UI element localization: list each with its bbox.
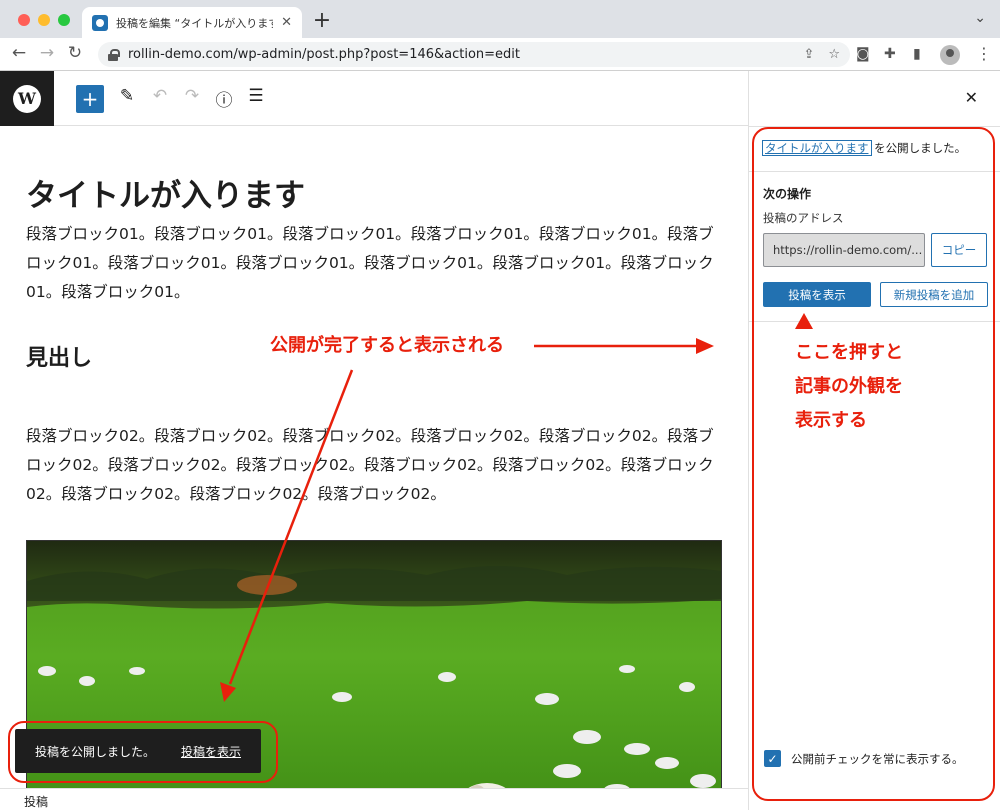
- redo-icon[interactable]: ↷: [180, 86, 204, 106]
- reload-button[interactable]: ↻: [64, 43, 86, 63]
- new-tab-button[interactable]: +: [310, 8, 334, 33]
- url-text[interactable]: rollin-demo.com/wp-admin/post.php?post=1…: [128, 47, 789, 62]
- window-close-button[interactable]: [18, 14, 30, 26]
- copy-button[interactable]: コピー: [931, 233, 987, 267]
- divider: [749, 171, 1000, 172]
- post-address-label: 投稿のアドレス: [763, 211, 844, 225]
- list-view-icon[interactable]: ☰: [244, 86, 268, 106]
- share-icon[interactable]: ⇪: [803, 47, 814, 62]
- profile-avatar[interactable]: [940, 45, 960, 65]
- window-maximize-button[interactable]: [58, 14, 70, 26]
- browser-tab-bar: 投稿を編集 “タイトルが入ります” ‹ rollin-demo ✕ + ⌄: [0, 0, 1000, 38]
- checkbox-label: 公開前チェックを常に表示する。: [791, 752, 964, 766]
- editor-header: W + ✎ ↶ ↷ ⓘ ☰: [0, 71, 748, 126]
- block-inserter-button[interactable]: +: [76, 85, 104, 113]
- tab-search-chevron-icon[interactable]: ⌄: [974, 10, 986, 26]
- paragraph-block[interactable]: 段落ブロック01。段落ブロック01。段落ブロック01。段落ブロック01。段落ブロ…: [26, 220, 714, 307]
- wordpress-logo-button[interactable]: W: [0, 71, 54, 126]
- wordpress-favicon-icon: [92, 14, 108, 31]
- annotation-side-line: ここを押すと: [795, 342, 903, 363]
- published-snackbar: 投稿を公開しました。 投稿を表示: [15, 729, 261, 773]
- annotation-side-text: ここを押すと 記事の外観を 表示する: [795, 336, 903, 438]
- address-bar[interactable]: rollin-demo.com/wp-admin/post.php?post=1…: [98, 42, 850, 67]
- browser-menu-icon[interactable]: ⋮: [976, 44, 992, 63]
- post-title[interactable]: タイトルが入ります: [26, 170, 305, 215]
- paragraph-block[interactable]: 段落ブロック02。段落ブロック02。段落ブロック02。段落ブロック02。段落ブロ…: [26, 422, 714, 509]
- close-panel-icon[interactable]: ✕: [965, 88, 978, 107]
- post-url-field[interactable]: https://rollin-demo.com/...: [763, 233, 925, 267]
- snackbar-message: 投稿を公開しました。: [35, 744, 156, 759]
- heading-block[interactable]: 見出し: [26, 340, 92, 372]
- snackbar-view-post-link[interactable]: 投稿を表示: [181, 743, 241, 760]
- wordpress-logo-icon: W: [13, 84, 41, 113]
- camera-icon[interactable]: ◙: [856, 46, 870, 62]
- tab-title: 投稿を編集 “タイトルが入ります” ‹ rollin-demo: [116, 16, 273, 30]
- annotation-side-line: 表示する: [795, 410, 867, 431]
- back-button[interactable]: ←: [8, 43, 30, 63]
- bookmark-star-icon[interactable]: ☆: [828, 47, 840, 62]
- block-breadcrumb[interactable]: 投稿: [0, 788, 748, 810]
- divider: [749, 126, 1000, 127]
- undo-icon[interactable]: ↶: [148, 86, 172, 106]
- add-new-post-button[interactable]: 新規投稿を追加: [880, 282, 988, 307]
- side-panel-icon[interactable]: ▮: [913, 46, 921, 62]
- view-post-button[interactable]: 投稿を表示: [763, 282, 871, 307]
- lock-icon: [108, 48, 120, 61]
- divider: [749, 321, 1000, 322]
- extensions-puzzle-icon[interactable]: ✚: [884, 46, 896, 62]
- post-publish-panel: ✕ タイトルが入ります を公開しました。 次の操作 投稿のアドレス https:…: [748, 71, 1000, 810]
- browser-toolbar: ← → ↻ rollin-demo.com/wp-admin/post.php?…: [0, 38, 1000, 71]
- window-minimize-button[interactable]: [38, 14, 50, 26]
- published-post-link[interactable]: タイトルが入ります: [762, 140, 872, 156]
- editor-canvas: タイトルが入ります 段落ブロック01。段落ブロック01。段落ブロック01。段落ブ…: [0, 126, 748, 810]
- edit-tool-pen-icon[interactable]: ✎: [115, 86, 139, 106]
- forward-button[interactable]: →: [36, 43, 58, 63]
- next-actions-heading: 次の操作: [763, 187, 812, 201]
- tab-close-icon[interactable]: ✕: [281, 15, 292, 30]
- annotation-main-text: 公開が完了すると表示される: [270, 335, 504, 356]
- published-suffix: を公開しました。: [870, 141, 967, 155]
- details-info-icon[interactable]: ⓘ: [212, 86, 236, 111]
- annotation-side-line: 記事の外観を: [795, 376, 903, 397]
- always-show-prepublish-checkbox[interactable]: ✓: [764, 750, 781, 767]
- browser-tab[interactable]: 投稿を編集 “タイトルが入ります” ‹ rollin-demo ✕: [82, 7, 302, 38]
- published-notice: タイトルが入ります を公開しました。: [762, 140, 967, 156]
